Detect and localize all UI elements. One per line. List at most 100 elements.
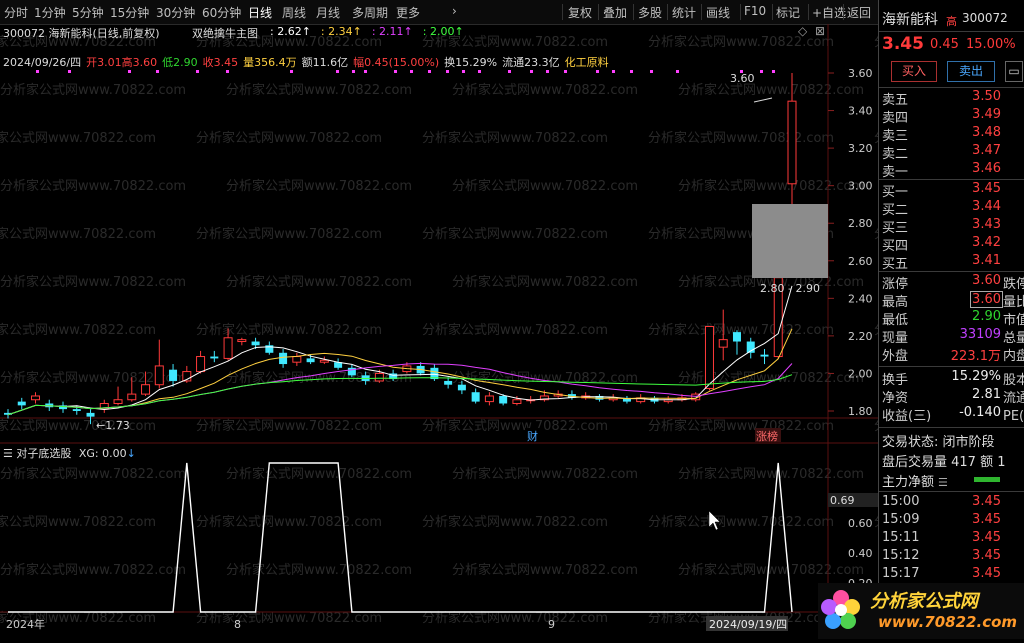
candle-32[interactable] bbox=[444, 377, 453, 389]
kline-svg[interactable]: 分析家公式网www.70822.com 分析家公式网www.70822.com 分析… bbox=[0, 24, 1024, 639]
signal-dot bbox=[564, 70, 567, 73]
candle-1[interactable] bbox=[17, 397, 26, 410]
toolbar-btn-6[interactable]: 标记 bbox=[776, 4, 800, 21]
period-tab-9[interactable]: 多周期 bbox=[352, 4, 388, 21]
candle-24[interactable] bbox=[334, 358, 343, 370]
period-tab-7[interactable]: 周线 bbox=[282, 4, 306, 21]
signal-dot bbox=[650, 70, 653, 73]
y-label-1: 3.40 bbox=[848, 105, 873, 118]
low-annotation: ←1.73 bbox=[96, 419, 130, 432]
signal-dot bbox=[428, 70, 431, 73]
candle-20[interactable] bbox=[279, 349, 288, 368]
indicator-name[interactable]: 双绝擒牛主图 bbox=[192, 25, 258, 41]
sub-indicator-name[interactable]: ☰ 对子底选股 XG: 0.00↓ bbox=[3, 445, 136, 461]
period-tab-6[interactable]: 日线 bbox=[248, 4, 272, 21]
candle-14[interactable] bbox=[196, 350, 206, 374]
main-net-row[interactable]: 主力净额 ☰ bbox=[882, 471, 1024, 490]
bid-row-2[interactable]: 买三 3.43 bbox=[879, 217, 1024, 236]
toolbar-btn-5[interactable]: F10 bbox=[744, 4, 766, 18]
toolbar-btn-0[interactable]: 复权 bbox=[568, 4, 592, 21]
candle-55[interactable] bbox=[760, 349, 769, 365]
period-tab-4[interactable]: 30分钟 bbox=[156, 4, 195, 21]
period-toolbar: 分时 1分钟 5分钟 15分钟 30分钟 60分钟 日线 周线 月线 多周期 更多 › 复权 叠加 多股 统计… bbox=[0, 0, 878, 25]
stat2-right-label: PE(动) bbox=[1003, 409, 1024, 424]
bid-row-0[interactable]: 买一 3.45 bbox=[879, 181, 1024, 200]
toolbar-btn-1[interactable]: 叠加 bbox=[603, 4, 627, 21]
toolbar-divider bbox=[843, 4, 844, 20]
period-tab-0[interactable]: 分时 bbox=[4, 4, 28, 21]
stat-row-4: 外盘 223.1万 内盘 bbox=[879, 345, 1024, 364]
watermark-text: 分析家公式网www.70822.com bbox=[452, 562, 638, 578]
toolbar-btn-7[interactable]: +自选 bbox=[812, 4, 846, 21]
bid-row-3[interactable]: 买四 3.42 bbox=[879, 235, 1024, 254]
toolbar-btn-8[interactable]: 返回 bbox=[847, 4, 871, 21]
watermark-text: 分析家公式网www.70822.com bbox=[226, 466, 412, 482]
ask-row-0[interactable]: 卖五 3.50 bbox=[879, 89, 1024, 108]
signal-dot bbox=[394, 70, 397, 73]
candle-51[interactable] bbox=[704, 326, 714, 391]
info-part-2: 3.01 bbox=[97, 56, 122, 69]
candle-7[interactable] bbox=[99, 399, 109, 413]
watermark-text: 分析家公式网www.70822.com bbox=[678, 466, 864, 482]
kline-chart-area[interactable]: 分析家公式网www.70822.com 分析家公式网www.70822.com 分析… bbox=[0, 24, 1024, 639]
buy-button[interactable]: 买入 bbox=[891, 61, 937, 82]
period-tab-10[interactable]: 更多 bbox=[396, 4, 420, 21]
period-tab-3[interactable]: 15分钟 bbox=[110, 4, 149, 21]
stat2-label: 收益(三) bbox=[882, 409, 932, 424]
toolbar-btn-3[interactable]: 统计 bbox=[672, 4, 696, 21]
bid-row-4[interactable]: 买五 3.41 bbox=[879, 253, 1024, 272]
candle-30[interactable] bbox=[416, 362, 425, 376]
close-icon[interactable]: ⊠ bbox=[815, 24, 825, 38]
candle-42[interactable] bbox=[581, 392, 591, 400]
ask-row-3[interactable]: 卖二 3.47 bbox=[879, 143, 1024, 162]
candle-53[interactable] bbox=[732, 330, 741, 355]
period-tab-1[interactable]: 1分钟 bbox=[34, 4, 66, 21]
candle-11[interactable] bbox=[154, 339, 164, 389]
candle-54[interactable] bbox=[746, 337, 755, 359]
candle-8[interactable] bbox=[113, 386, 123, 406]
ask-row-2[interactable]: 卖三 3.48 bbox=[879, 125, 1024, 144]
ask-price: 3.47 bbox=[972, 143, 1001, 158]
toolbar-btn-4[interactable]: 画线 bbox=[706, 4, 730, 21]
more-chevron-icon[interactable]: › bbox=[452, 4, 457, 18]
info-part-11: 额 bbox=[301, 56, 313, 69]
candle-21[interactable] bbox=[292, 352, 302, 366]
list-icon[interactable]: ☰ bbox=[938, 476, 948, 489]
panel-menu-icon[interactable]: ▭ bbox=[1005, 61, 1023, 82]
ask-row-4[interactable]: 卖一 3.46 bbox=[879, 161, 1024, 180]
candle-15[interactable] bbox=[210, 350, 219, 363]
y-label-8: 2.00 bbox=[848, 367, 873, 380]
ind-value-0: : 2.62↑ bbox=[270, 25, 311, 38]
y-label-5: 2.60 bbox=[848, 255, 873, 268]
watermark-text: 分析家公式网www.70822.com bbox=[452, 274, 638, 290]
watermark-text: 分析家公式网www.70822.com bbox=[422, 418, 608, 434]
signal-dot bbox=[676, 70, 679, 73]
collapse-icon[interactable]: ◇ bbox=[798, 24, 807, 38]
period-tab-8[interactable]: 月线 bbox=[316, 4, 340, 21]
bid-row-1[interactable]: 买二 3.44 bbox=[879, 199, 1024, 218]
period-tab-5[interactable]: 60分钟 bbox=[202, 4, 241, 21]
candle-34[interactable] bbox=[471, 388, 480, 404]
info-part-14: 0.45(15.00%) bbox=[364, 56, 440, 69]
main-net-label: 主力净额 bbox=[882, 475, 935, 490]
candle-17[interactable] bbox=[237, 337, 247, 346]
candle-2[interactable] bbox=[31, 392, 41, 404]
candle-41[interactable] bbox=[567, 390, 576, 400]
period-tab-2[interactable]: 5分钟 bbox=[72, 4, 104, 21]
candle-19[interactable] bbox=[265, 341, 274, 355]
ask-row-1[interactable]: 卖四 3.49 bbox=[879, 107, 1024, 126]
sub-menu-icon[interactable]: ☰ bbox=[3, 447, 13, 460]
high-annotation: 3.60 bbox=[730, 72, 755, 85]
stat-right-label: 市值 bbox=[1003, 313, 1024, 328]
candle-45[interactable] bbox=[622, 395, 631, 404]
quote-panel: 海新能科高 300072 3.45 0.45 15.00% 买入 卖出 ▭ 卖五 3.50 卖四 3.… bbox=[878, 0, 1024, 639]
watermark-text: 分析家公式网www.70822.com bbox=[422, 322, 608, 338]
candle-4[interactable] bbox=[59, 401, 68, 413]
candle-25[interactable] bbox=[347, 364, 356, 378]
sell-button[interactable]: 卖出 bbox=[947, 61, 995, 82]
stat2-value: -0.140 bbox=[959, 405, 1001, 420]
ask-label: 卖四 bbox=[882, 111, 909, 126]
toolbar-btn-2[interactable]: 多股 bbox=[638, 4, 662, 21]
info-part-1: 开 bbox=[86, 56, 98, 69]
candle-35[interactable] bbox=[484, 392, 494, 406]
